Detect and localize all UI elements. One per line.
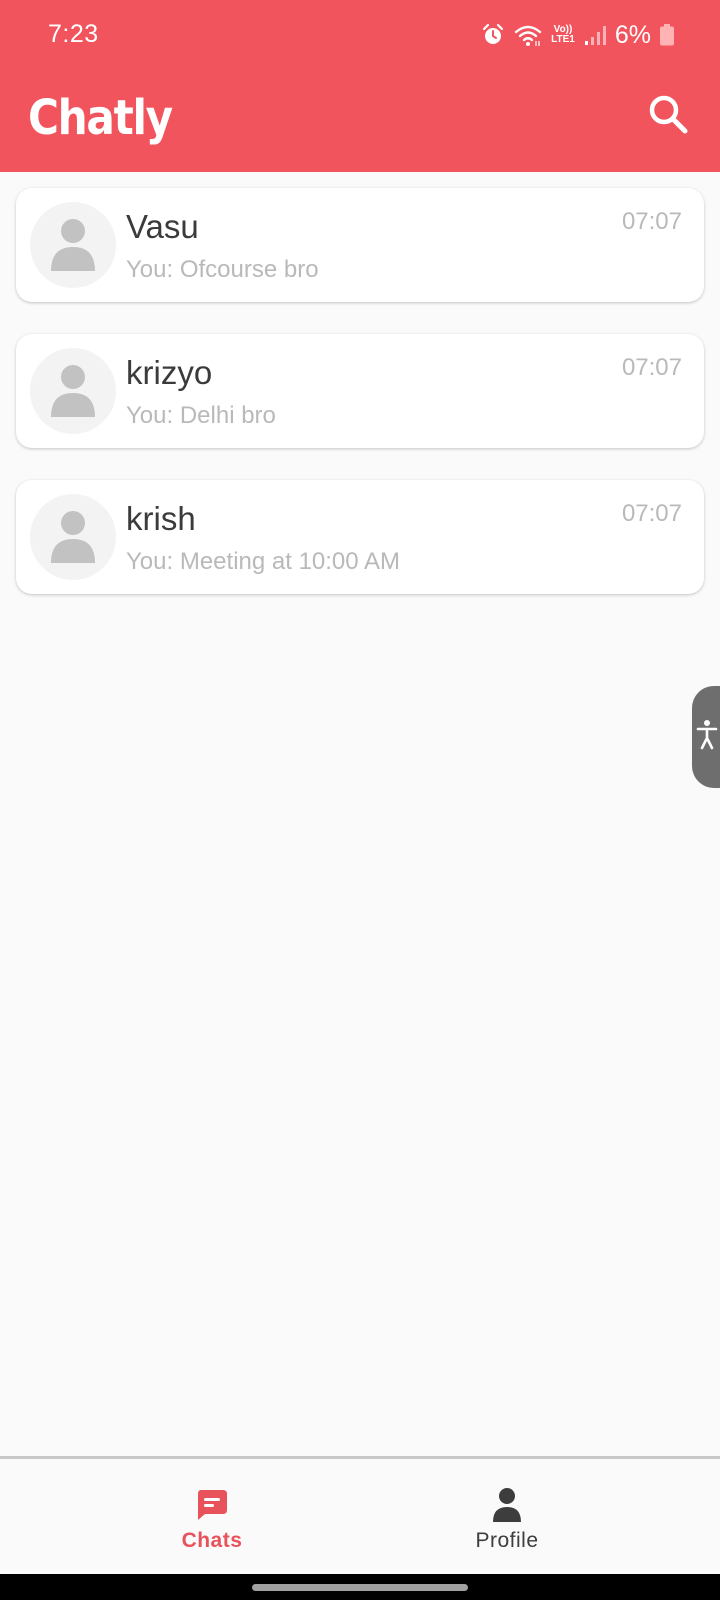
battery-icon	[660, 24, 674, 46]
person-icon	[51, 511, 95, 563]
chat-preview: You: Meeting at 10:00 AM	[126, 548, 400, 575]
nav-item-profile[interactable]: Profile	[407, 1459, 607, 1574]
home-gesture-handle[interactable]	[252, 1584, 468, 1591]
avatar	[30, 348, 116, 434]
person-icon	[51, 219, 95, 271]
person-icon	[51, 365, 95, 417]
search-button[interactable]	[644, 92, 692, 140]
chat-time: 07:07	[621, 354, 682, 381]
person-icon	[492, 1487, 522, 1523]
alarm-icon	[481, 23, 505, 47]
app-title: Chatly	[28, 90, 173, 146]
nav-item-chats[interactable]: Chats	[112, 1459, 312, 1574]
network-lte: LTE1	[551, 34, 575, 45]
app-bar: 7:23 Vo)) LTE1 6% Chatly	[0, 0, 720, 172]
avatar	[30, 202, 116, 288]
bottom-navigation: Chats Profile	[0, 1456, 720, 1574]
network-type: Vo)) LTE1	[551, 25, 575, 45]
wifi-icon	[514, 23, 542, 47]
status-time: 7:23	[48, 20, 99, 48]
chat-name: krizyo	[126, 354, 213, 391]
nav-label-chats: Chats	[181, 1529, 243, 1552]
nav-label-profile: Profile	[475, 1529, 539, 1552]
signal-icon	[584, 24, 606, 46]
accessibility-icon	[696, 719, 718, 756]
chat-list: Vasu You: Ofcourse bro 07:07 krizyo You:…	[16, 188, 704, 626]
system-navigation-bar	[0, 1574, 720, 1600]
chat-time: 07:07	[621, 500, 682, 527]
chat-item[interactable]: krish You: Meeting at 10:00 AM 07:07	[16, 480, 704, 594]
battery-level: 6%	[614, 20, 651, 49]
avatar	[30, 494, 116, 580]
chat-name: Vasu	[126, 208, 199, 245]
chat-item[interactable]: krizyo You: Delhi bro 07:07	[16, 334, 704, 448]
chat-preview: You: Delhi bro	[126, 402, 276, 429]
accessibility-button[interactable]	[692, 686, 720, 788]
status-icons: Vo)) LTE1 6%	[481, 18, 674, 52]
search-icon	[646, 92, 690, 141]
status-bar: 7:23 Vo)) LTE1 6%	[0, 0, 720, 72]
chat-item[interactable]: Vasu You: Ofcourse bro 07:07	[16, 188, 704, 302]
chat-preview: You: Ofcourse bro	[126, 256, 319, 283]
chat-bubble-icon	[195, 1487, 229, 1523]
chat-name: krish	[126, 500, 196, 537]
chat-time: 07:07	[621, 208, 682, 235]
